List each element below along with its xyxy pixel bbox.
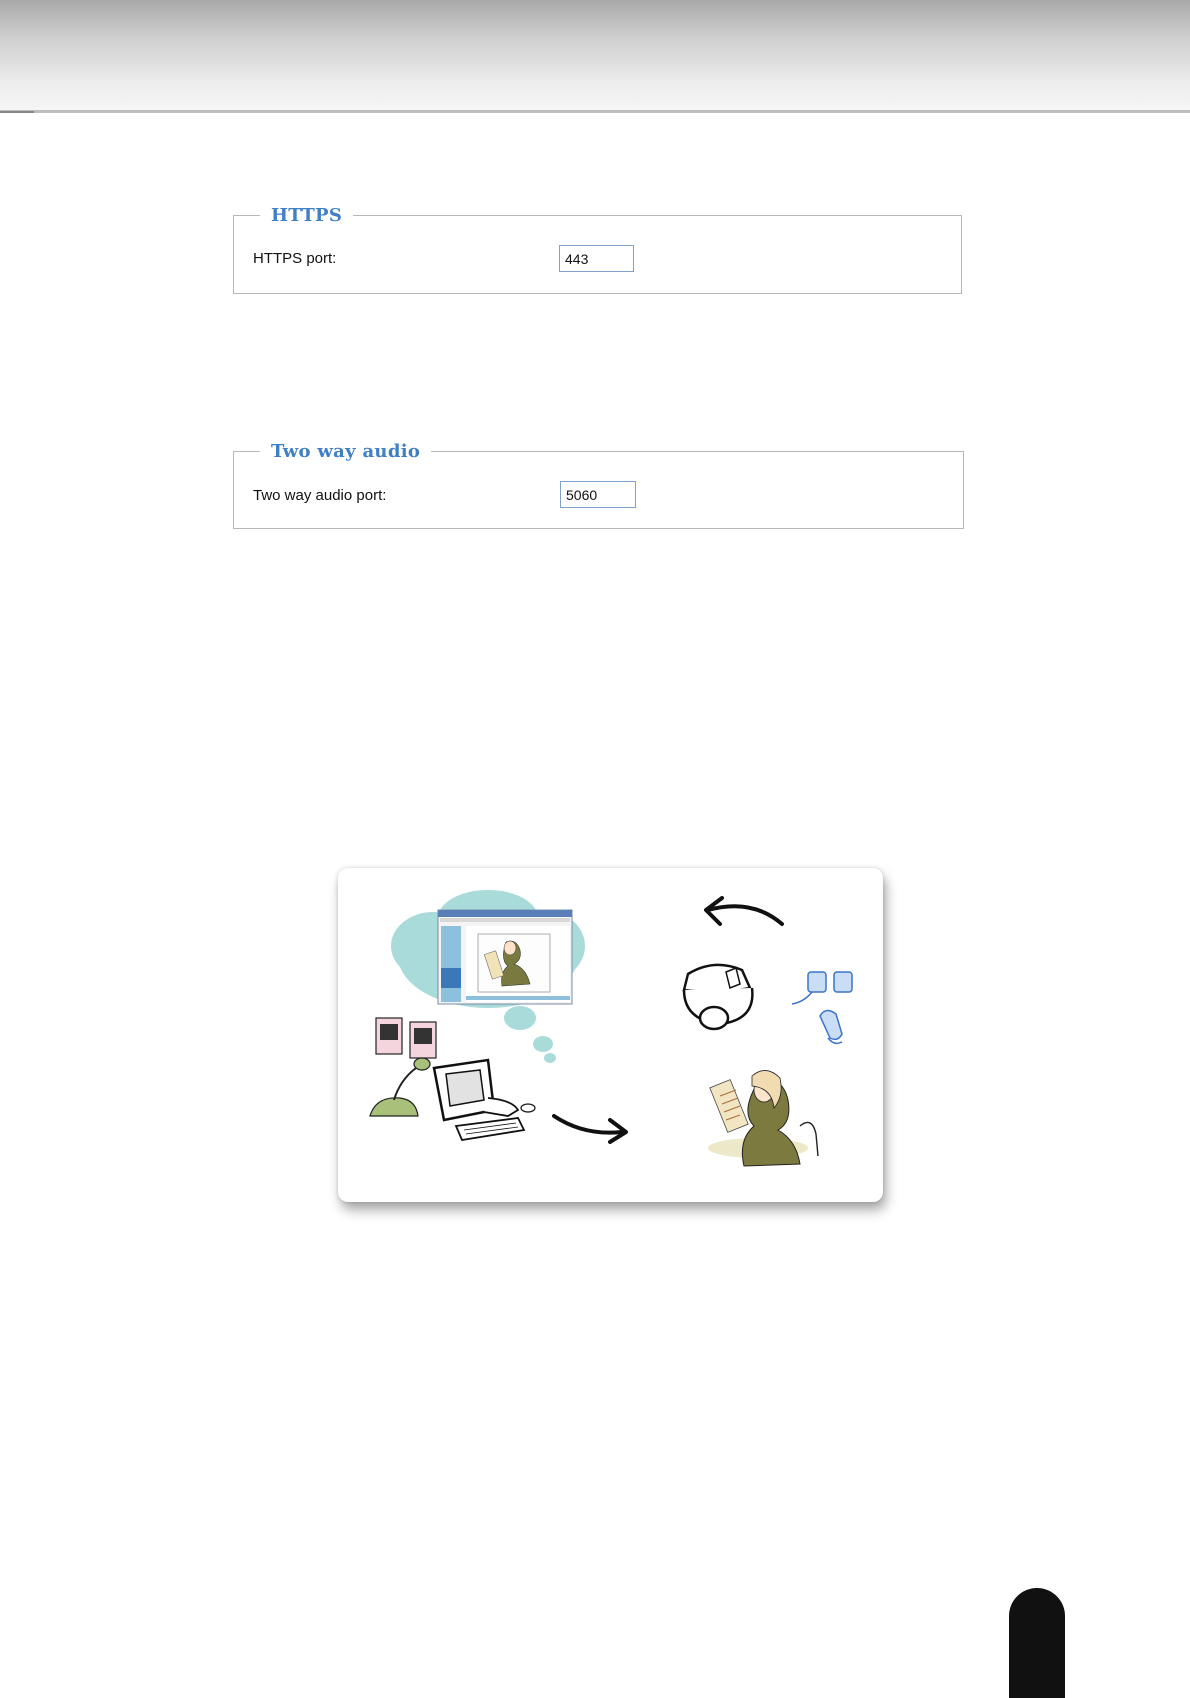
page-number-tab — [1009, 1588, 1065, 1698]
speaker-phone-icon — [791, 971, 853, 1045]
page-header-band — [0, 0, 1190, 110]
speakers-icon — [375, 1017, 437, 1059]
two-way-audio-legend: Two way audio — [271, 441, 421, 462]
computer-icon — [432, 1058, 536, 1142]
microphone-icon — [369, 1057, 431, 1117]
https-port-label: HTTPS port: — [253, 250, 337, 267]
arrow-left-icon — [704, 896, 784, 926]
two-way-audio-port-input[interactable] — [560, 481, 636, 508]
two-way-audio-illustration — [338, 868, 883, 1202]
https-port-input[interactable] — [559, 245, 634, 272]
header-tick-mark — [0, 111, 34, 113]
dome-camera-icon — [682, 963, 754, 1031]
browser-window-icon — [437, 909, 573, 1005]
https-legend: HTTPS — [271, 205, 343, 226]
arrow-right-icon — [552, 1114, 628, 1144]
woman-reading-icon — [708, 1070, 819, 1167]
two-way-audio-port-label: Two way audio port: — [253, 487, 387, 504]
header-divider — [0, 110, 1190, 113]
